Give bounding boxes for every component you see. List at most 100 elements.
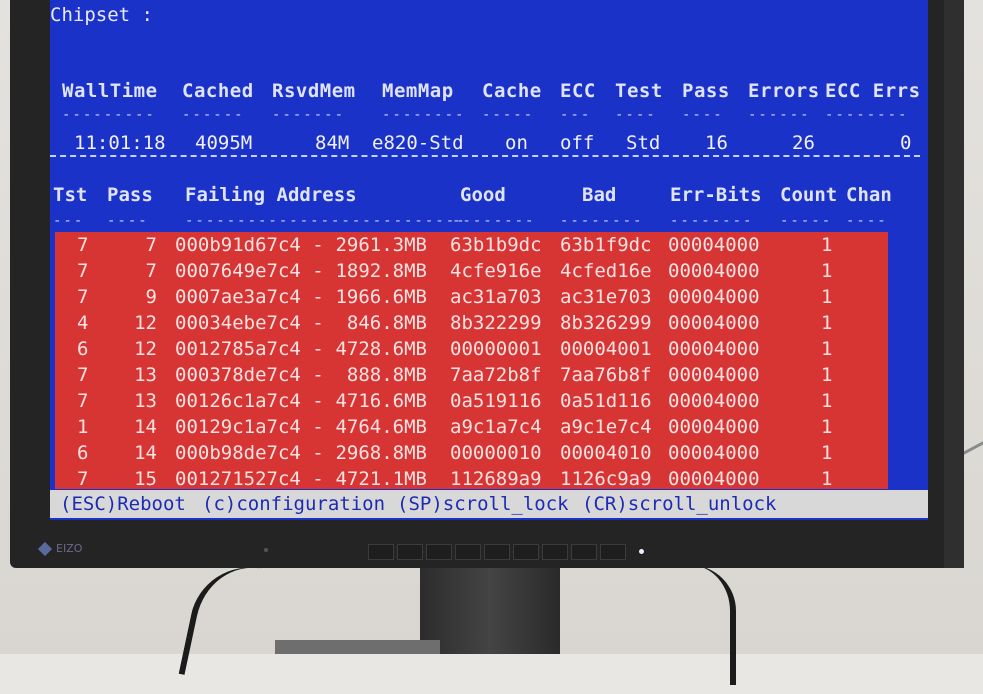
scroll-unlock-hint[interactable]: (CR)scroll_unlock: [582, 490, 776, 518]
monitor-button[interactable]: [542, 544, 568, 560]
divider: --------: [825, 107, 909, 123]
error-mb: 888.8MB: [346, 364, 427, 386]
error-bits: 00004000: [668, 390, 760, 412]
brand-logo: EIZO: [56, 542, 83, 555]
reboot-hint[interactable]: (ESC)Reboot: [60, 490, 186, 518]
monitor-button[interactable]: [426, 544, 452, 560]
error-bad: 63b1f9dc: [560, 234, 652, 256]
monitor-button[interactable]: [368, 544, 394, 560]
error-count: 1: [821, 312, 833, 334]
header-cached: Cached: [182, 80, 254, 102]
error-count: 1: [821, 260, 833, 282]
divider: ----: [615, 107, 657, 123]
divider: ------: [748, 107, 811, 123]
divider: --------: [382, 107, 466, 123]
error-good: 8b322299: [450, 312, 542, 334]
error-pass: 12: [134, 312, 157, 334]
error-address: 00129c1a7c4 -: [175, 416, 324, 438]
monitor-bezel-side: [944, 0, 964, 568]
monitor-button[interactable]: [397, 544, 423, 560]
error-tst: 7: [77, 260, 89, 282]
error-row: 7 13 00126c1a7c4 - 4716.6MB 0a519116 0a5…: [55, 388, 888, 414]
error-tst: 7: [77, 364, 89, 386]
error-bits: 00004000: [668, 468, 760, 490]
error-address: 00034ebe7c4 -: [175, 312, 324, 334]
error-row: 6 14 000b98de7c4 - 2968.8MB 00000010 000…: [55, 440, 888, 466]
error-good: 7aa72b8f: [450, 364, 542, 386]
divider: --------: [670, 213, 754, 229]
error-address: 0007649e7c4 -: [175, 260, 324, 282]
col-pass: Pass: [107, 184, 153, 206]
error-bad: 00004001: [560, 338, 652, 360]
error-address: 000378de7c4 -: [175, 364, 324, 386]
error-bits: 00004000: [668, 364, 760, 386]
error-bits: 00004000: [668, 312, 760, 334]
monitor-button[interactable]: [513, 544, 539, 560]
error-bad: a9c1e7c4: [560, 416, 652, 438]
divider: ------: [182, 107, 245, 123]
error-count: 1: [821, 442, 833, 464]
error-bad: 00004010: [560, 442, 652, 464]
power-button[interactable]: [600, 544, 626, 560]
error-pass: 14: [134, 416, 157, 438]
header-ecc: ECC: [560, 80, 596, 102]
error-tst: 7: [77, 390, 89, 412]
value-cached: 4095M: [195, 132, 253, 154]
col-good: Good: [460, 184, 506, 206]
col-err-bits: Err-Bits: [670, 184, 762, 206]
error-mb: 4716.6MB: [335, 390, 427, 412]
error-pass: 13: [134, 390, 157, 412]
header-test: Test: [615, 80, 663, 102]
error-row: 7 15 001271527c4 - 4721.1MB 112689a9 112…: [55, 466, 888, 492]
divider: ----: [846, 213, 888, 229]
error-tst: 7: [77, 234, 89, 256]
error-mb: 4721.1MB: [335, 468, 427, 490]
scroll-lock-hint[interactable]: (SP)scroll_lock: [397, 490, 569, 518]
header-ecc-errs: ECC Errs: [825, 80, 921, 102]
error-bad: 0a51d116: [560, 390, 652, 412]
error-mb: 846.8MB: [346, 312, 427, 334]
divider: ---: [53, 213, 85, 229]
error-address: 000b98de7c4 -: [175, 442, 324, 464]
error-pass: 12: [134, 338, 157, 360]
sensor-dot: [264, 548, 268, 552]
error-bits: 00004000: [668, 286, 760, 308]
key-hint-bar: (ESC)Reboot (c)configuration (SP)scroll_…: [50, 490, 928, 518]
error-good: 0a519116: [450, 390, 542, 412]
monitor-button[interactable]: [571, 544, 597, 560]
error-row: 6 12 0012785a7c4 - 4728.6MB 00000001 000…: [55, 336, 888, 362]
monitor-button[interactable]: [455, 544, 481, 560]
power-led: [639, 549, 644, 554]
header-memmap: MemMap: [382, 80, 454, 102]
error-pass: 13: [134, 364, 157, 386]
error-tst: 7: [77, 468, 89, 490]
error-address: 00126c1a7c4 -: [175, 390, 324, 412]
error-row: 7 9 0007ae3a7c4 - 1966.6MB ac31a703 ac31…: [55, 284, 888, 310]
divider: -----: [482, 107, 535, 123]
error-mb: 1892.8MB: [335, 260, 427, 282]
value-ecc: off: [560, 132, 595, 154]
error-bad: 8b326299: [560, 312, 652, 334]
divider: ---: [560, 107, 592, 123]
error-good: 4cfe916e: [450, 260, 542, 282]
error-count: 1: [821, 416, 833, 438]
error-row: 7 7 0007649e7c4 - 1892.8MB 4cfe916e 4cfe…: [55, 258, 888, 284]
error-mb: 4728.6MB: [335, 338, 427, 360]
error-good: 112689a9: [450, 468, 542, 490]
monitor-stand: [420, 568, 560, 654]
error-row: 7 7 000b91d67c4 - 2961.3MB 63b1b9dc 63b1…: [55, 232, 888, 258]
stand-base: [275, 640, 440, 654]
error-row: 7 13 000378de7c4 - 888.8MB 7aa72b8f 7aa7…: [55, 362, 888, 388]
error-bits: 00004000: [668, 260, 760, 282]
header-pass: Pass: [682, 80, 730, 102]
chipset-label: Chipset :: [50, 4, 153, 26]
error-count: 1: [821, 286, 833, 308]
error-pass: 7: [145, 260, 157, 282]
configuration-hint[interactable]: (c)configuration: [202, 490, 385, 518]
monitor-button[interactable]: [484, 544, 510, 560]
divider: --------: [560, 213, 644, 229]
header-walltime: WallTime: [62, 80, 158, 102]
error-good: ac31a703: [450, 286, 542, 308]
error-pass: 9: [145, 286, 157, 308]
divider: --------: [452, 213, 536, 229]
